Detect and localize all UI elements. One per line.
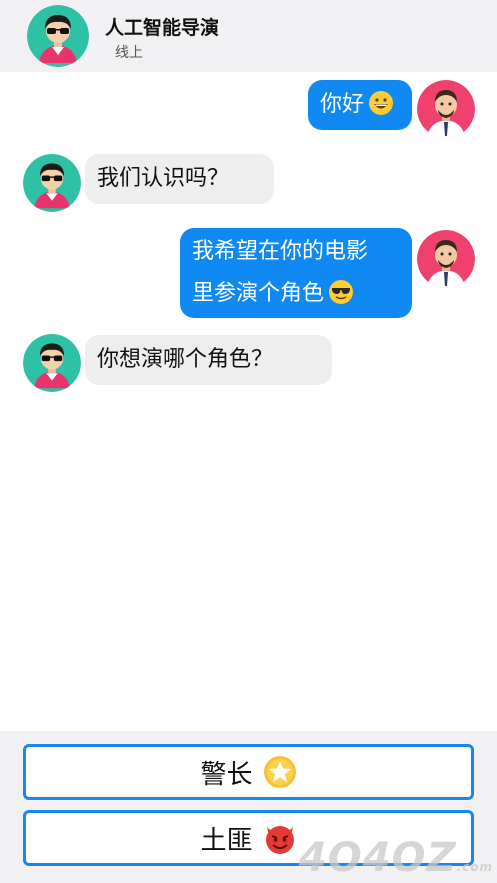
star-icon [263,756,296,788]
bot-avatar[interactable] [23,154,81,212]
user-avatar[interactable] [417,230,475,288]
chat-header: 人工智能导演 线上 [0,0,497,72]
user-avatar[interactable] [417,80,475,138]
bot-avatar[interactable] [27,5,89,67]
message-bubble-user: 我希望在你的电影 里参演个角色 [180,228,412,318]
message-text-line: 我希望在你的电影 [192,239,369,264]
message-text: 你好 [320,92,365,117]
sunglasses-face-icon [329,280,354,304]
online-status: 线上 [115,45,143,61]
choice-label: 警长 [200,759,253,790]
message-text-line: 里参演个角色 [192,281,325,306]
grinning-face-icon [369,91,394,115]
message-bubble-bot: 你想演哪个角色？ [85,335,332,385]
message-bubble-user: 你好 [308,80,412,130]
message-text: 你想演哪个角色？ [97,347,274,372]
bot-avatar[interactable] [23,334,81,392]
reply-options-panel: 警长 土匪 4O4OZ.com [0,731,497,883]
watermark-logo: 4O4OZ.com [298,835,493,881]
message-text: 我们认识吗？ [97,166,230,191]
choice-label: 土匪 [200,825,253,856]
choice-button-sheriff[interactable]: 警长 [23,744,474,800]
devil-face-icon [265,826,294,854]
message-bubble-bot: 我们认识吗？ [85,154,274,204]
chat-title: 人工智能导演 [105,17,220,39]
